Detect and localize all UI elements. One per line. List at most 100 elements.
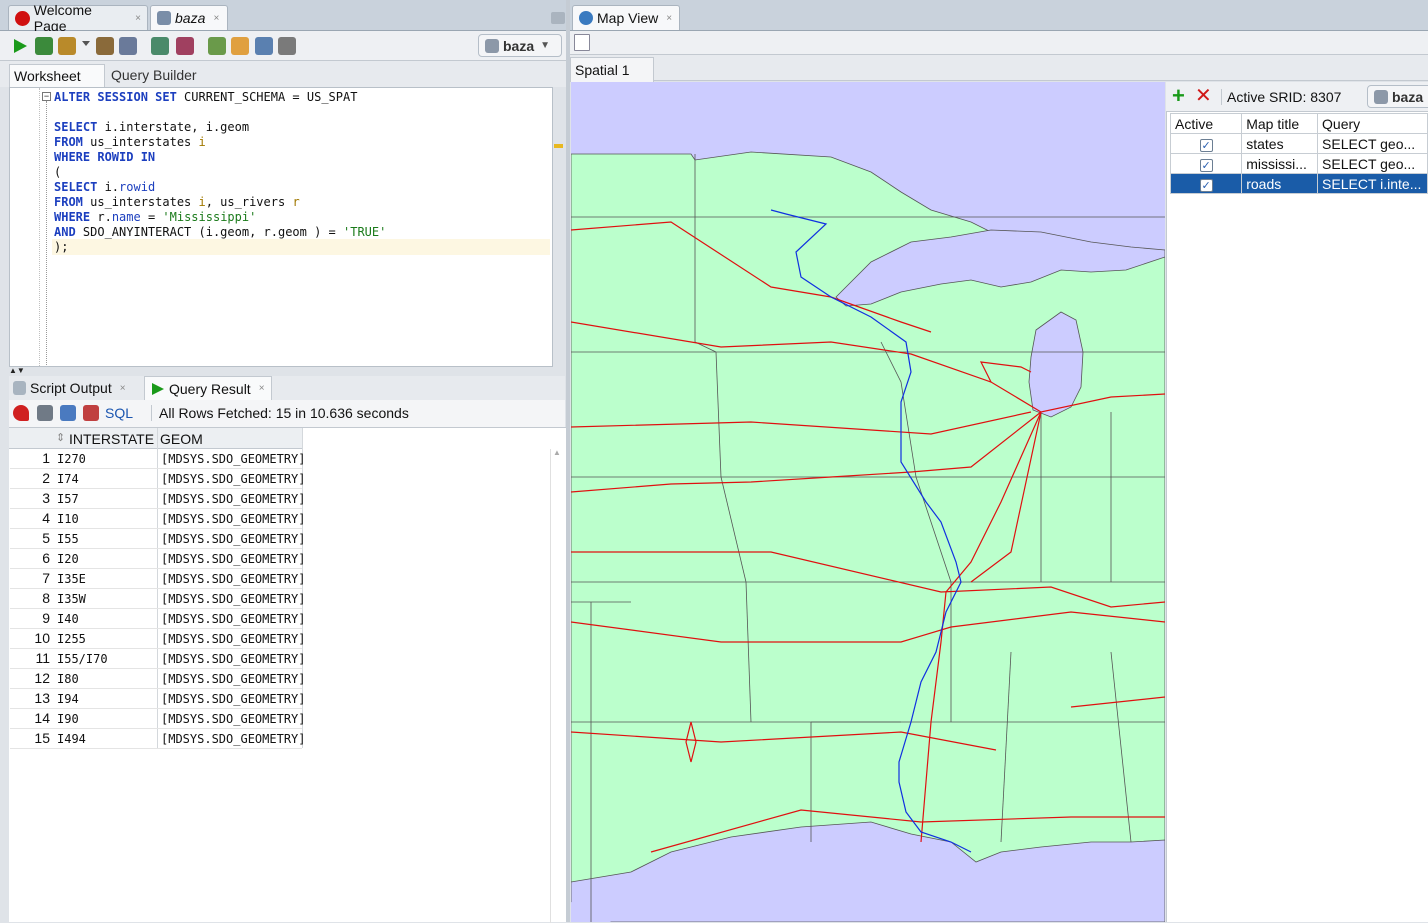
table-row[interactable]: 12 I80 [MDSYS.SDO_GEOMETRY] — [10, 669, 306, 689]
cell-geom[interactable]: [MDSYS.SDO_GEOMETRY] — [161, 632, 306, 646]
table-row[interactable]: 4 I10 [MDSYS.SDO_GEOMETRY] — [10, 509, 306, 529]
layer-row[interactable]: ✓ mississi... SELECT geo... — [1169, 153, 1428, 174]
layer-active-checkbox[interactable]: ✓ — [1199, 158, 1213, 172]
layer-row[interactable]: ✓ states SELECT geo... — [1169, 133, 1428, 154]
table-row[interactable]: 9 I40 [MDSYS.SDO_GEOMETRY] — [10, 609, 306, 629]
tab-query-result[interactable]: Query Result × — [144, 376, 272, 400]
table-row[interactable]: 5 I55 [MDSYS.SDO_GEOMETRY] — [10, 529, 306, 549]
cell-geom[interactable]: [MDSYS.SDO_GEOMETRY] — [161, 492, 306, 506]
close-icon[interactable]: × — [259, 383, 265, 394]
print-icon[interactable] — [37, 405, 53, 421]
cell-geom[interactable]: [MDSYS.SDO_GEOMETRY] — [161, 532, 306, 546]
table-row[interactable]: 14 I90 [MDSYS.SDO_GEOMETRY] — [10, 709, 306, 729]
eraser-icon[interactable] — [231, 37, 249, 55]
layer-row-selected[interactable]: ✓ roads SELECT i.inte... — [1169, 173, 1428, 194]
table-row[interactable]: 7 I35E [MDSYS.SDO_GEOMETRY] — [10, 569, 306, 589]
pin-icon[interactable] — [13, 405, 29, 421]
cell-geom[interactable]: [MDSYS.SDO_GEOMETRY] — [161, 732, 306, 746]
table-row[interactable]: 6 I20 [MDSYS.SDO_GEOMETRY] — [10, 549, 306, 569]
map-canvas[interactable] — [571, 82, 1165, 922]
remove-layer-icon[interactable]: ✕ — [1195, 84, 1212, 108]
cell-interstate[interactable]: I20 — [57, 552, 79, 566]
table-row[interactable]: 10 I255 [MDSYS.SDO_GEOMETRY] — [10, 629, 306, 649]
close-icon[interactable]: × — [213, 13, 219, 24]
refresh-icon[interactable] — [60, 405, 76, 421]
cell-geom[interactable]: [MDSYS.SDO_GEOMETRY] — [161, 652, 306, 666]
cancel-fetch-icon[interactable] — [83, 405, 99, 421]
run-statement-icon[interactable] — [12, 38, 28, 54]
cell-geom[interactable]: [MDSYS.SDO_GEOMETRY] — [161, 592, 306, 606]
connection-select[interactable]: baza ▼ — [478, 34, 562, 57]
cell-geom[interactable]: [MDSYS.SDO_GEOMETRY] — [161, 612, 306, 626]
table-row[interactable]: 1 I270 [MDSYS.SDO_GEOMETRY] — [10, 449, 306, 469]
close-icon[interactable]: × — [135, 13, 141, 24]
rollback-icon[interactable] — [96, 37, 114, 55]
column-header-map-title[interactable]: Map title — [1241, 113, 1319, 134]
tab-map-view[interactable]: Map View × — [572, 5, 680, 30]
cell-interstate[interactable]: I55/I70 — [57, 652, 108, 666]
table-row[interactable]: 15 I494 [MDSYS.SDO_GEOMETRY] — [10, 729, 306, 749]
table-row[interactable]: 3 I57 [MDSYS.SDO_GEOMETRY] — [10, 489, 306, 509]
run-script-icon[interactable] — [35, 37, 53, 55]
cell-geom[interactable]: [MDSYS.SDO_GEOMETRY] — [161, 512, 306, 526]
autotrace-icon[interactable] — [151, 37, 169, 55]
cell-interstate[interactable]: I35E — [57, 572, 86, 586]
cell-geom[interactable]: [MDSYS.SDO_GEOMETRY] — [161, 672, 306, 686]
cell-geom[interactable]: [MDSYS.SDO_GEOMETRY] — [161, 692, 306, 706]
cell-interstate[interactable]: I10 — [57, 512, 79, 526]
sql-tuning-icon[interactable] — [208, 37, 226, 55]
cell-geom[interactable]: [MDSYS.SDO_GEOMETRY] — [161, 712, 306, 726]
fold-icon[interactable]: − — [42, 92, 51, 101]
format-icon[interactable] — [278, 37, 296, 55]
table-row[interactable]: 13 I94 [MDSYS.SDO_GEOMETRY] — [10, 689, 306, 709]
table-row[interactable]: 8 I35W [MDSYS.SDO_GEOMETRY] — [10, 589, 306, 609]
cell-interstate[interactable]: I94 — [57, 692, 79, 706]
cell-geom[interactable]: [MDSYS.SDO_GEOMETRY] — [161, 452, 306, 466]
tab-spatial-1[interactable]: Spatial 1 — [570, 57, 654, 82]
tab-worksheet[interactable]: Worksheet — [9, 64, 105, 88]
cell-interstate[interactable]: I255 — [57, 632, 86, 646]
add-layer-icon[interactable]: + — [1172, 84, 1185, 108]
column-header-query[interactable]: Query — [1317, 113, 1428, 134]
column-header-geom[interactable]: GEOM — [160, 431, 203, 447]
cell-interstate[interactable]: I494 — [57, 732, 86, 746]
cell-interstate[interactable]: I40 — [57, 612, 79, 626]
cell-geom[interactable]: [MDSYS.SDO_GEOMETRY] — [161, 552, 306, 566]
cell-geom[interactable]: [MDSYS.SDO_GEOMETRY] — [161, 472, 306, 486]
cell-interstate[interactable]: I90 — [57, 712, 79, 726]
explain-plan-icon[interactable] — [119, 37, 137, 55]
tab-script-output[interactable]: Script Output × — [13, 380, 126, 396]
cell-interstate[interactable]: I80 — [57, 672, 79, 686]
layer-active-checkbox[interactable]: ✓ — [1199, 138, 1213, 152]
column-header-active[interactable]: Active — [1169, 113, 1243, 134]
cell-interstate[interactable]: I57 — [57, 492, 79, 506]
table-row[interactable]: 2 I74 [MDSYS.SDO_GEOMETRY] — [10, 469, 306, 489]
chevron-down-icon[interactable] — [82, 41, 90, 46]
tab-baza[interactable]: baza × — [150, 5, 228, 30]
sort-icon[interactable]: ⇕ — [56, 431, 65, 444]
cell-interstate[interactable]: I270 — [57, 452, 86, 466]
history-icon[interactable] — [255, 37, 273, 55]
warning-marker[interactable] — [554, 144, 563, 148]
sql-editor[interactable]: − ALTER SESSION SET CURRENT_SCHEMA = US_… — [9, 87, 563, 367]
cell-interstate[interactable]: I74 — [57, 472, 79, 486]
commit-icon[interactable] — [58, 37, 76, 55]
tab-query-builder[interactable]: Query Builder — [111, 67, 197, 83]
pane-divider[interactable] — [566, 0, 570, 922]
grid-scrollbar[interactable] — [550, 449, 564, 923]
column-header-interstate[interactable]: INTERSTATE — [69, 431, 154, 447]
splitter-handle[interactable]: ▲▼ — [9, 367, 33, 375]
tab-list-dropdown-icon[interactable] — [551, 12, 565, 24]
close-icon[interactable]: × — [666, 13, 672, 24]
clear-icon[interactable] — [176, 37, 194, 55]
cell-interstate[interactable]: I35W — [57, 592, 86, 606]
close-icon[interactable]: × — [120, 383, 126, 394]
layer-active-checkbox[interactable]: ✓ — [1199, 178, 1213, 192]
tab-welcome-page[interactable]: Welcome Page × — [8, 2, 148, 34]
sql-link[interactable]: SQL — [105, 405, 133, 421]
cell-interstate[interactable]: I55 — [57, 532, 79, 546]
table-row[interactable]: 11 I55/I70 [MDSYS.SDO_GEOMETRY] — [10, 649, 306, 669]
scroll-up-icon[interactable]: ▲ — [553, 448, 561, 457]
cell-geom[interactable]: [MDSYS.SDO_GEOMETRY] — [161, 572, 306, 586]
map-connection-select[interactable]: baza — [1367, 85, 1428, 108]
